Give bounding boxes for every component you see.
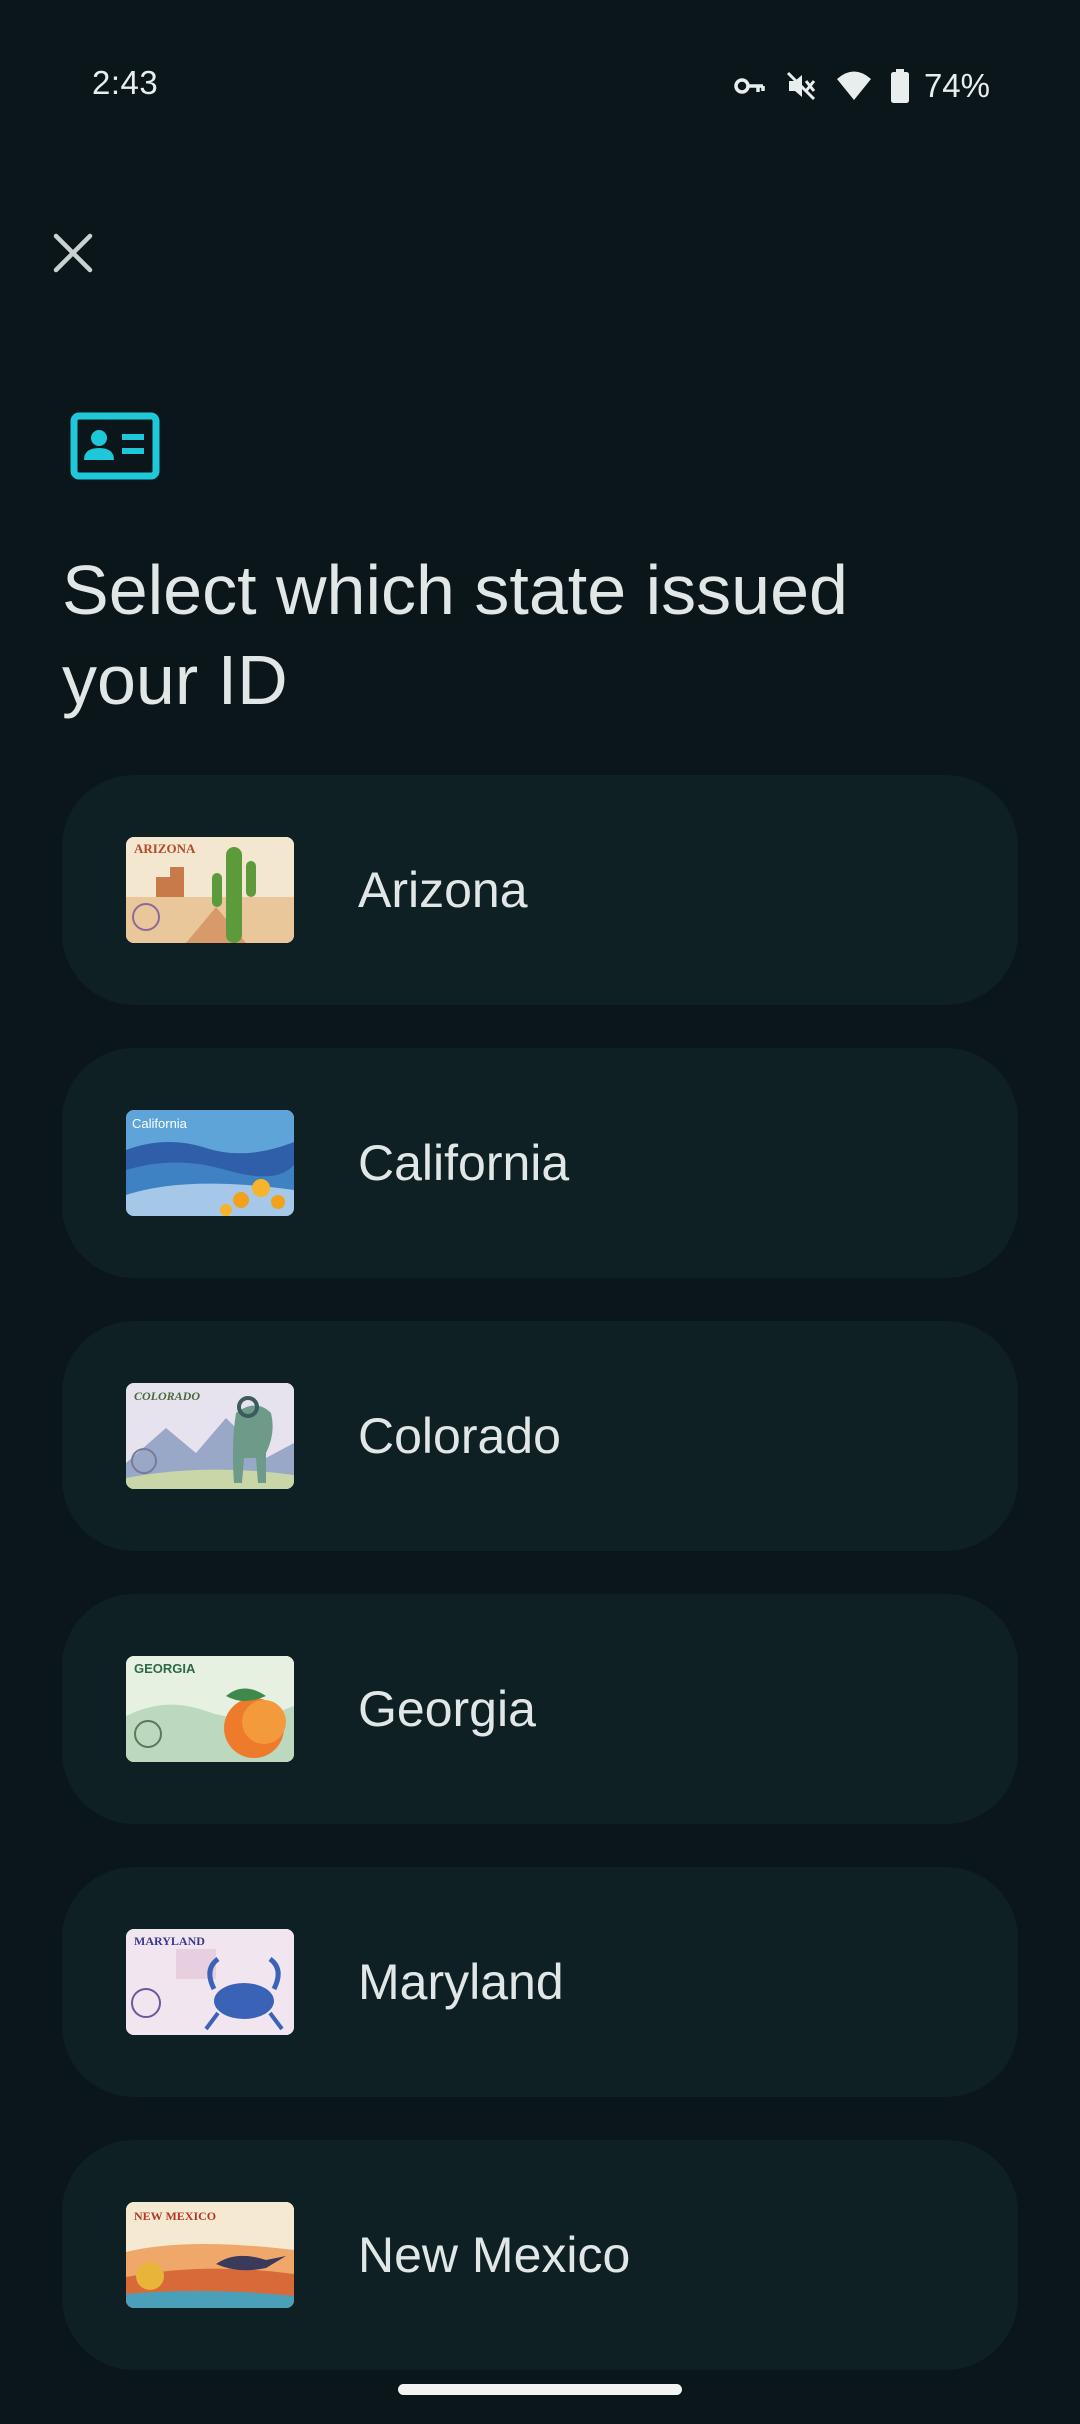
new-mexico-card-image: NEW MEXICO xyxy=(126,2202,294,2308)
state-name: Georgia xyxy=(358,1681,536,1737)
home-indicator[interactable] xyxy=(398,2384,682,2395)
arizona-card-image: ARIZONA xyxy=(126,837,294,943)
status-bar: 2:43 74% xyxy=(0,0,1080,130)
page-title: Select which state issued your ID xyxy=(62,551,848,719)
battery-percent: 74% xyxy=(923,67,990,104)
close-button[interactable] xyxy=(38,220,108,290)
maryland-card-image: MARYLAND xyxy=(126,1929,294,2035)
state-option-arizona[interactable]: ARIZONA Arizona xyxy=(62,775,1018,1005)
battery-icon xyxy=(890,69,910,103)
wifi-icon xyxy=(836,70,872,102)
svg-text:GEORGIA: GEORGIA xyxy=(134,1661,196,1676)
svg-text:ARIZONA: ARIZONA xyxy=(134,841,196,856)
vibrate-off-icon xyxy=(784,69,818,103)
state-option-new-mexico[interactable]: NEW MEXICO New Mexico xyxy=(62,2140,1018,2370)
svg-text:NEW MEXICO: NEW MEXICO xyxy=(134,2209,216,2223)
california-card-image: California xyxy=(126,1110,294,1216)
status-time: 2:43 xyxy=(92,64,159,101)
vpn-key-icon xyxy=(732,69,766,103)
state-option-california[interactable]: California California xyxy=(62,1048,1018,1278)
close-icon xyxy=(52,232,94,279)
state-name: New Mexico xyxy=(358,2227,631,2283)
state-name: Arizona xyxy=(358,862,528,918)
state-option-maryland[interactable]: MARYLAND Maryland xyxy=(62,1867,1018,2097)
state-name: Colorado xyxy=(358,1408,561,1464)
georgia-card-image: GEORGIA xyxy=(126,1656,294,1762)
screen: 2:43 74% Select which state issued your … xyxy=(0,0,1080,2424)
id-card-icon xyxy=(70,412,160,480)
svg-text:MARYLAND: MARYLAND xyxy=(134,1934,205,1948)
status-icons: 74% xyxy=(732,64,990,108)
colorado-card-image: COLORADO xyxy=(126,1383,294,1489)
state-name: Maryland xyxy=(358,1954,564,2010)
svg-text:California: California xyxy=(132,1116,188,1131)
state-name: California xyxy=(358,1135,570,1191)
svg-text:COLORADO: COLORADO xyxy=(134,1389,200,1403)
state-option-colorado[interactable]: COLORADO Colorado xyxy=(62,1321,1018,1551)
state-option-georgia[interactable]: GEORGIA Georgia xyxy=(62,1594,1018,1824)
